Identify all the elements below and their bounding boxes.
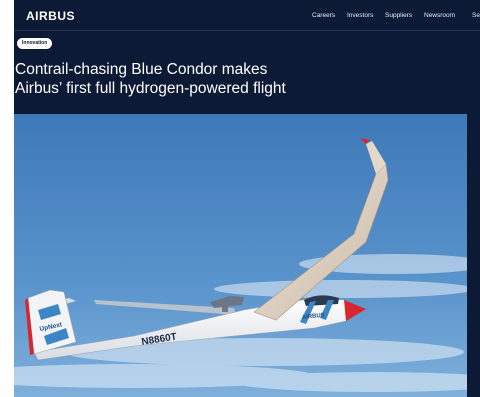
category-tag[interactable]: Innovation — [17, 38, 53, 49]
article-title: Contrail-chasing Blue Condor makes Airbu… — [15, 60, 455, 98]
page-frame: AIRBUS Careers Investors Suppliers Newsr… — [14, 0, 480, 397]
nav-investors[interactable]: Investors — [347, 12, 373, 19]
nav-suppliers[interactable]: Suppliers — [385, 12, 412, 19]
article-title-line-2: Airbus’ first full hydrogen-powered flig… — [15, 80, 286, 97]
pylon — [222, 304, 228, 312]
nav-search-truncated[interactable]: Se — [472, 12, 480, 19]
article-title-line-1: Contrail-chasing Blue Condor makes — [15, 61, 268, 78]
nav-newsroom[interactable]: Newsroom — [424, 12, 455, 19]
top-navigation: AIRBUS Careers Investors Suppliers Newsr… — [14, 0, 480, 31]
hero-image: N8860T AIRBUS UpNext — [14, 114, 467, 397]
nav-careers[interactable]: Careers — [312, 12, 335, 19]
glider-photo: N8860T AIRBUS UpNext — [14, 114, 467, 397]
airbus-logo[interactable]: AIRBUS — [26, 9, 75, 23]
